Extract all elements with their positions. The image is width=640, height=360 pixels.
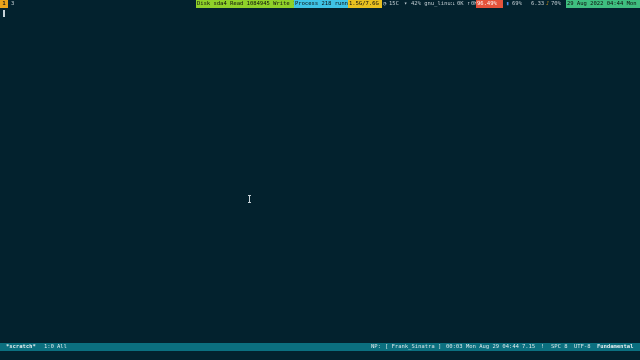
temperature-status: 15C xyxy=(389,1,399,7)
workspace-indicator-secondary[interactable]: 3 xyxy=(11,0,16,8)
now-playing-label: NP: xyxy=(371,344,381,350)
load-average: 7.15 xyxy=(522,344,536,350)
modified-flag: ! xyxy=(541,344,545,350)
clock: 29 Aug 2022 04:44 Mon xyxy=(566,0,640,8)
indent-style[interactable]: SPC 8 xyxy=(551,343,568,351)
cursor-position: 1:0 xyxy=(44,344,54,350)
mode-line: *scratch* 1:0 All NP: [ Frank_Sinatra ] … xyxy=(0,343,640,351)
cpu-status: 96.49% xyxy=(476,0,503,8)
major-mode[interactable]: Fundamental xyxy=(597,343,633,351)
load-status: 6.33 xyxy=(531,1,545,7)
echo-area xyxy=(0,351,640,360)
process-status: Process 218 running 2 xyxy=(294,0,348,8)
mouse-ibeam-icon xyxy=(248,195,251,203)
battery-icon: ▮ xyxy=(506,1,510,7)
scroll-position: All xyxy=(57,344,67,350)
battery-status: 69% xyxy=(512,1,522,7)
network-status: 42% gnu_linux1 xyxy=(411,1,452,7)
buffer-name[interactable]: *scratch* xyxy=(6,343,36,351)
volume-status: 70% xyxy=(551,1,561,7)
uptime: 00:03 xyxy=(446,344,463,350)
mode-line-datetime: Mon Aug 29 04:44 xyxy=(466,344,519,350)
disk-status: Disk sda4 Read 1084945 Write 1533565 xyxy=(196,0,294,8)
text-cursor xyxy=(3,10,5,17)
now-playing[interactable]: [ Frank_Sinatra ] xyxy=(385,343,441,351)
workspace-indicator[interactable]: 1 xyxy=(0,0,8,8)
wifi-icon: ▾ xyxy=(404,1,408,7)
memory-status: 1.5G/7.6G xyxy=(348,0,382,8)
temp-icon: ◔ xyxy=(383,1,387,7)
status-bar: 1 3 Disk sda4 Read 1084945 Write 1533565… xyxy=(0,0,640,8)
encoding[interactable]: UTF-8 xyxy=(574,343,591,351)
